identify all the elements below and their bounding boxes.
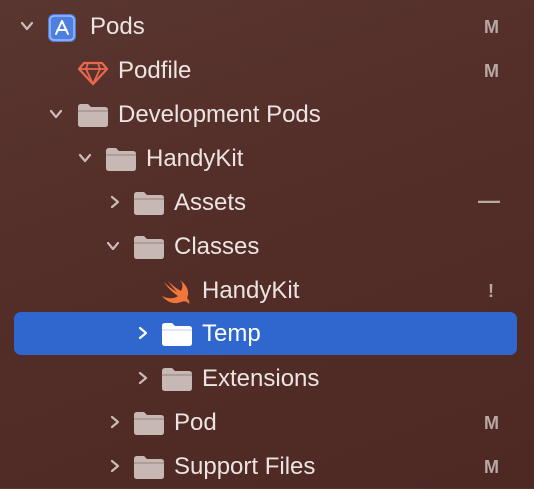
chevron-right-icon[interactable]: [136, 371, 150, 385]
project-navigator: Pods M Podfile M Development Pods HandyK…: [0, 0, 534, 488]
tree-row-handykit-swift[interactable]: HandyKit !: [0, 273, 534, 313]
tree-row-label: Podfile: [118, 57, 192, 84]
folder-icon: [76, 101, 110, 129]
source-control-status-badge: M: [484, 413, 499, 433]
chevron-down-icon[interactable]: [49, 107, 63, 121]
chevron-right-icon[interactable]: [108, 459, 122, 473]
tree-row-assets[interactable]: Assets —: [0, 185, 534, 225]
source-control-status-badge: M: [484, 457, 499, 477]
folder-icon: [132, 233, 166, 261]
tree-row-podfile[interactable]: Podfile M: [0, 53, 534, 93]
tree-row-label: Temp: [202, 320, 261, 347]
tree-row-classes[interactable]: Classes: [0, 229, 534, 269]
tree-row-label: Development Pods: [118, 101, 321, 128]
ruby-gem-icon: [76, 57, 110, 86]
folder-icon: [160, 320, 194, 348]
chevron-right-icon[interactable]: [136, 326, 150, 340]
chevron-right-icon[interactable]: [108, 195, 122, 209]
folder-icon: [160, 365, 194, 393]
tree-row-extensions[interactable]: Extensions: [0, 361, 534, 401]
folder-icon: [132, 189, 166, 217]
folder-icon: [132, 453, 166, 481]
source-control-status-badge: M: [484, 61, 499, 81]
tree-row-label: Pods: [90, 13, 145, 40]
tree-row-label: Pod: [174, 409, 217, 436]
tree-row-pod[interactable]: Pod M: [0, 405, 534, 445]
tree-row-development-pods[interactable]: Development Pods: [0, 97, 534, 137]
folder-icon: [104, 145, 138, 173]
tree-row-label: HandyKit: [146, 145, 244, 172]
tree-row-handykit-folder[interactable]: HandyKit: [0, 141, 534, 181]
tree-row-label: Extensions: [202, 365, 320, 392]
tree-row-label: Support Files: [174, 453, 316, 480]
tree-row-support-files[interactable]: Support Files M: [0, 449, 534, 489]
source-control-status-badge: !: [488, 281, 494, 301]
chevron-right-icon[interactable]: [108, 415, 122, 429]
chevron-down-icon[interactable]: [20, 19, 34, 33]
swift-file-icon: [160, 277, 194, 305]
tree-row-label: Classes: [174, 233, 260, 260]
chevron-down-icon[interactable]: [78, 151, 92, 165]
tree-row-label: HandyKit: [202, 277, 300, 304]
source-control-status-badge: M: [484, 17, 499, 37]
source-control-status-badge: —: [478, 188, 500, 213]
tree-row-temp[interactable]: Temp: [0, 312, 534, 355]
chevron-down-icon[interactable]: [106, 239, 120, 253]
tree-row-label: Assets: [174, 189, 247, 216]
folder-icon: [132, 409, 166, 437]
xcode-project-icon: [46, 13, 80, 42]
tree-row-pods[interactable]: Pods M: [0, 9, 534, 49]
